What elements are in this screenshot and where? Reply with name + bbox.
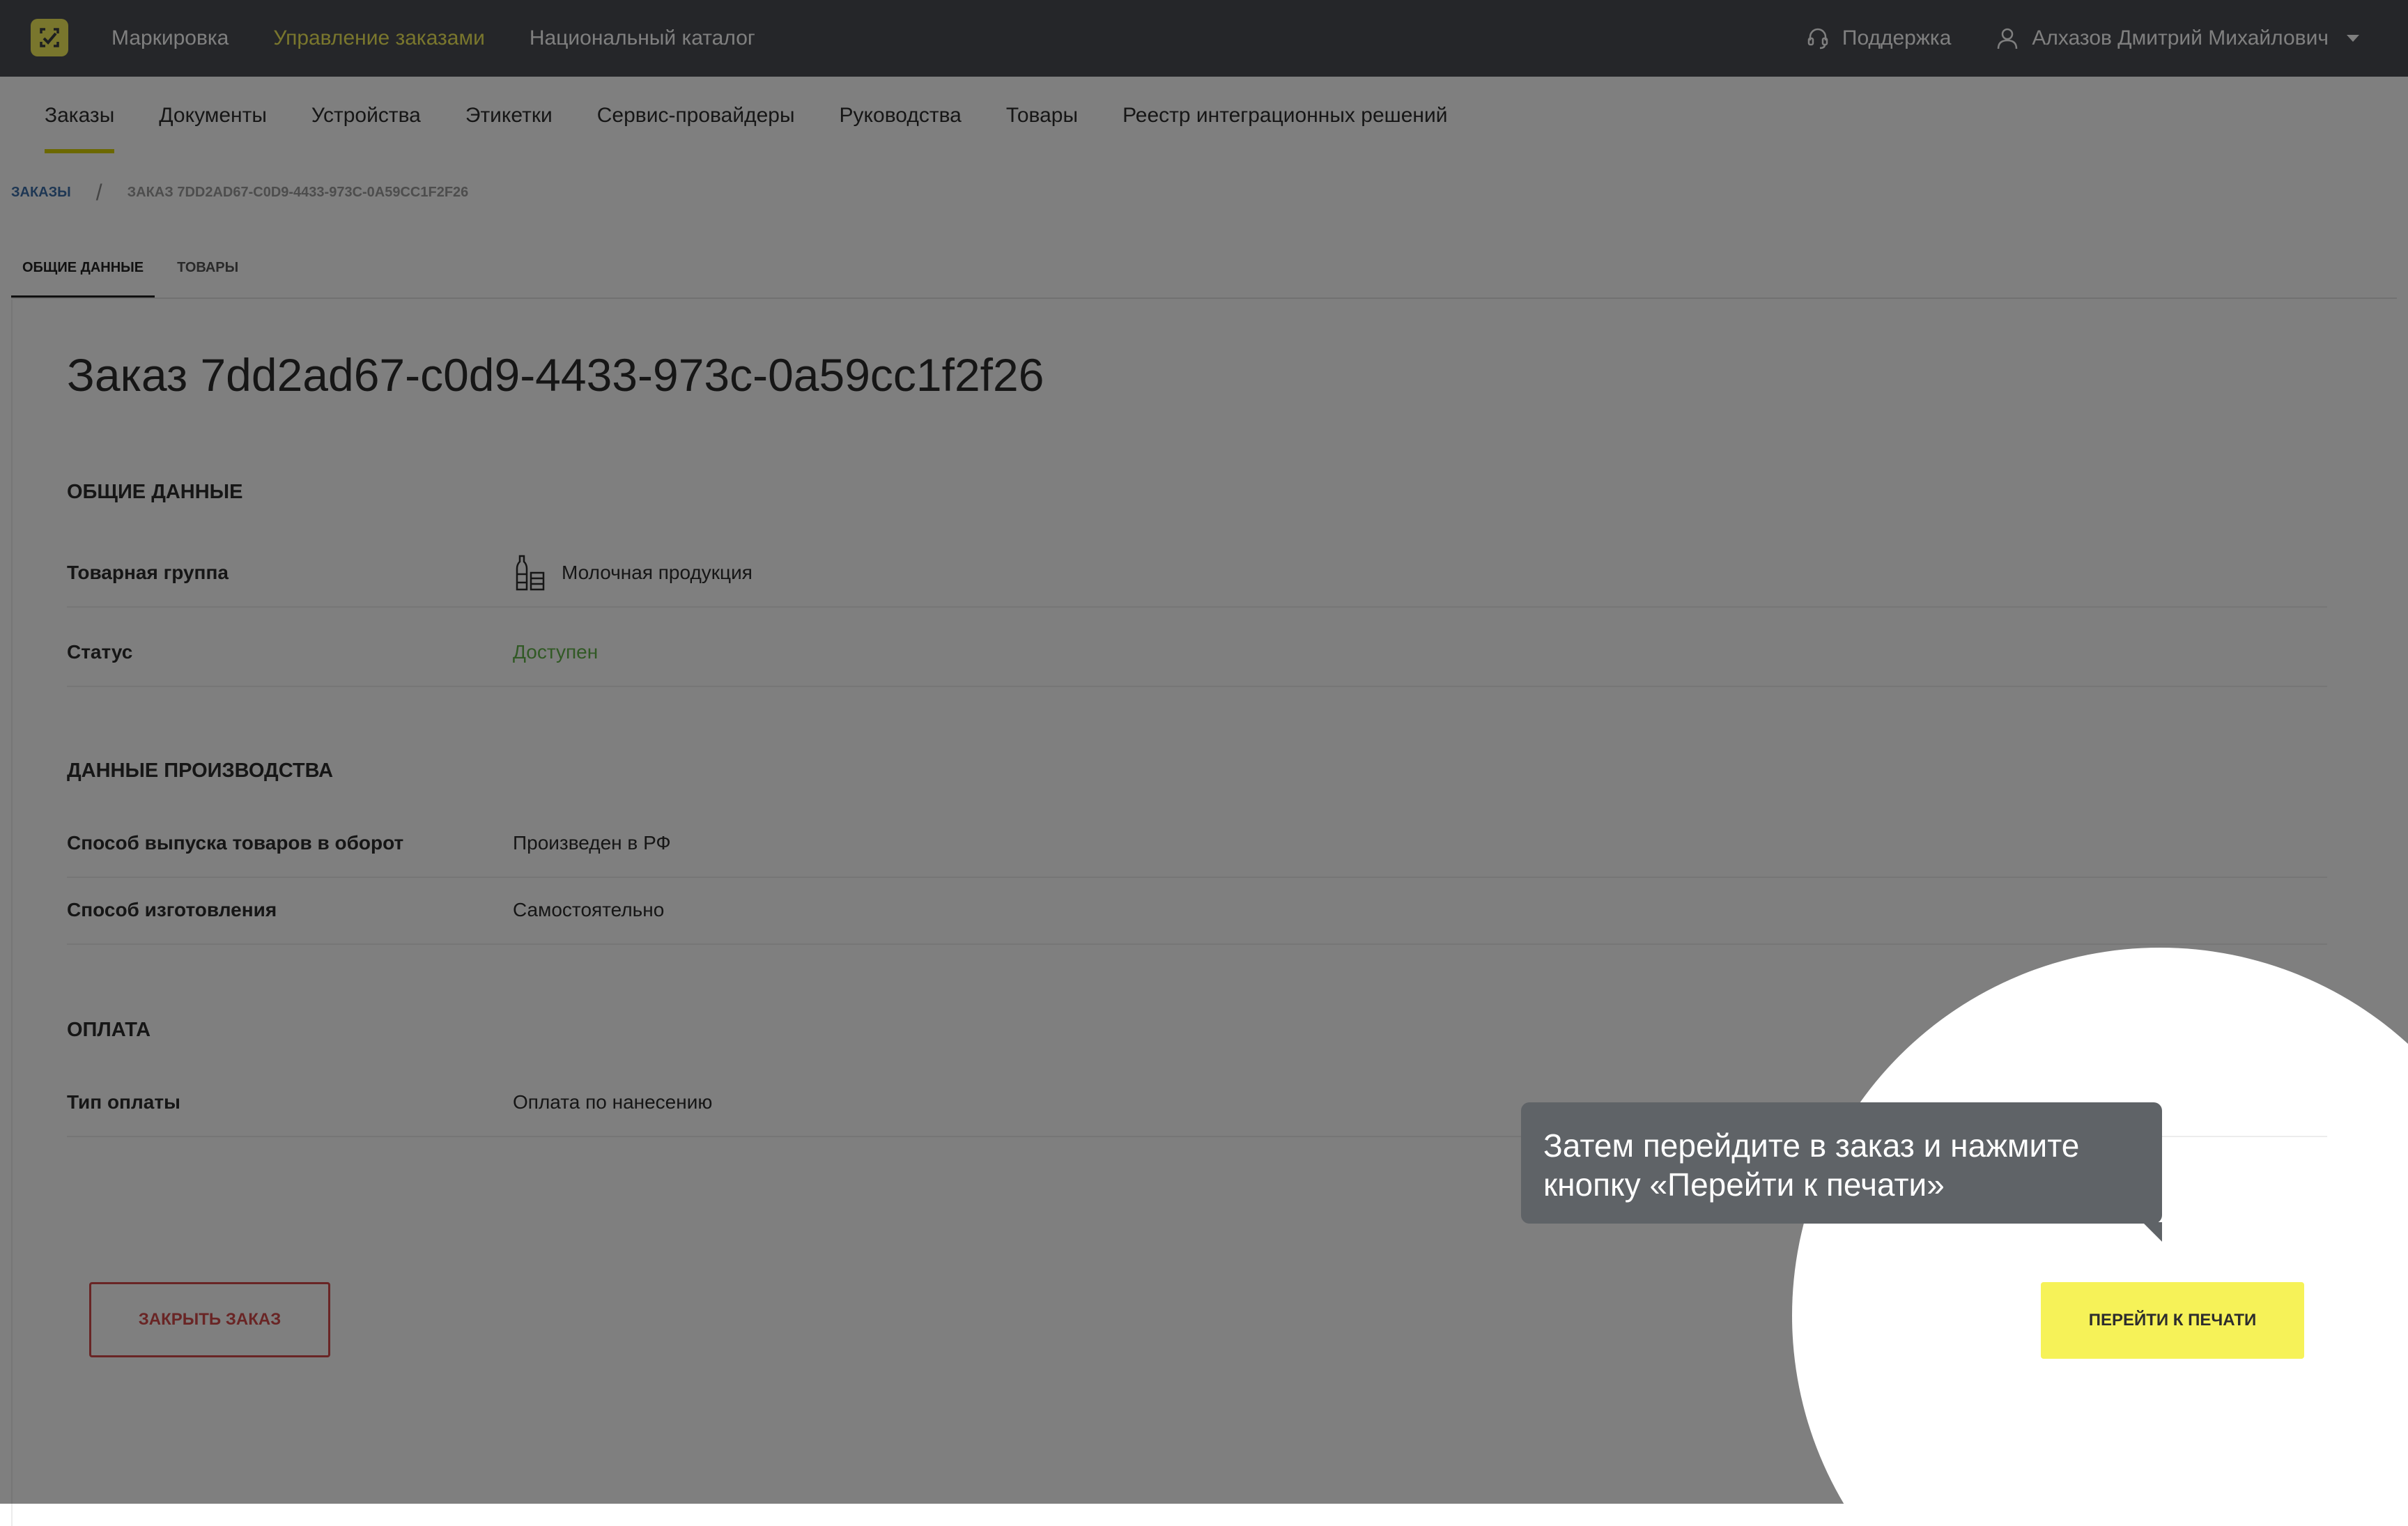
close-order-button[interactable]: ЗАКРЫТЬ ЗАКАЗ <box>89 1282 330 1357</box>
tab-goods[interactable]: Товары <box>166 237 249 298</box>
breadcrumb-current: Заказ 7DD2AD67-C0D9-4433-973C-0A59CC1F2F… <box>127 185 469 200</box>
top-bar: Маркировка Управление заказами Националь… <box>0 0 2408 77</box>
release-method-value: Произведен в РФ <box>513 832 671 854</box>
row-product-group: Товарная группа Молочная продукция <box>67 539 2327 608</box>
release-method-label: Способ выпуска товаров в оборот <box>67 832 404 854</box>
top-nav-item-marking[interactable]: Маркировка <box>111 26 229 50</box>
manufacture-method-label: Способ изготовления <box>67 899 277 920</box>
section-nav: Заказы Документы Устройства Этикетки Сер… <box>0 77 2408 155</box>
row-release-method: Способ выпуска товаров в оборот Произвед… <box>67 810 2327 878</box>
section-production-heading: ДАННЫЕ ПРОИЗВОДСТВА <box>67 760 334 782</box>
tab-guides[interactable]: Руководства <box>840 77 962 155</box>
product-group-value: Молочная продукция <box>562 562 752 583</box>
tooltip-line-2: кнопку «Перейти к печати» <box>1543 1166 1945 1203</box>
payment-type-label: Тип оплаты <box>67 1091 180 1113</box>
chevron-down-icon <box>2347 35 2359 42</box>
product-group-label: Товарная группа <box>67 562 229 583</box>
row-status: Статус Доступен <box>67 619 2327 687</box>
support-link[interactable]: Поддержка <box>1806 26 1952 50</box>
page-title: Заказ 7dd2ad67-c0d9-4433-973c-0a59cc1f2f… <box>67 349 1044 401</box>
breadcrumb-separator: / <box>95 180 102 205</box>
payment-type-value: Оплата по нанесению <box>513 1091 713 1113</box>
user-icon <box>1998 28 2018 49</box>
support-label: Поддержка <box>1842 26 1952 49</box>
tooltip-pointer <box>2143 1222 2162 1242</box>
tabs-divider <box>11 298 2397 299</box>
tab-service-providers[interactable]: Сервис-провайдеры <box>597 77 795 155</box>
status-label: Статус <box>67 641 133 663</box>
tab-products[interactable]: Товары <box>1006 77 1078 155</box>
tab-devices[interactable]: Устройства <box>311 77 421 155</box>
top-nav-item-orders-management[interactable]: Управление заказами <box>273 26 485 50</box>
user-name: Алхазов Дмитрий Михайлович <box>2032 26 2329 49</box>
go-to-print-button[interactable]: ПЕРЕЙТИ К ПЕЧАТИ <box>2041 1282 2304 1359</box>
status-badge: Доступен <box>513 641 599 663</box>
manufacture-method-value: Самостоятельно <box>513 899 665 920</box>
breadcrumb: Заказы / Заказ 7DD2AD67-C0D9-4433-973C-0… <box>11 180 468 206</box>
section-general-heading: ОБЩИЕ ДАННЫЕ <box>67 481 243 503</box>
tooltip-line-1: Затем перейдите в заказ и нажмите <box>1543 1127 2080 1164</box>
tab-general-data[interactable]: Общие данные <box>11 237 155 298</box>
dairy-icon <box>516 555 545 591</box>
top-right: Поддержка Алхазов Дмитрий Михайлович <box>1806 0 2359 77</box>
order-tabs: Общие данные Товары <box>11 237 261 298</box>
tab-integration-registry[interactable]: Реестр интеграционных решений <box>1122 77 1447 155</box>
headset-icon <box>1807 28 1828 49</box>
section-payment-heading: ОПЛАТА <box>67 1019 151 1041</box>
logo-icon[interactable] <box>31 19 68 56</box>
row-manufacture-method: Способ изготовления Самостоятельно <box>67 877 2327 945</box>
tutorial-tooltip: Затем перейдите в заказ и нажмите кнопку… <box>1521 1102 2162 1224</box>
tab-orders[interactable]: Заказы <box>45 77 115 155</box>
top-nav-item-national-catalog[interactable]: Национальный каталог <box>530 26 755 50</box>
tab-labels[interactable]: Этикетки <box>465 77 553 155</box>
top-nav: Маркировка Управление заказами Националь… <box>111 0 755 77</box>
tab-documents[interactable]: Документы <box>159 77 267 155</box>
breadcrumb-orders-link[interactable]: Заказы <box>11 185 71 201</box>
user-menu[interactable]: Алхазов Дмитрий Михайлович <box>1996 26 2359 50</box>
